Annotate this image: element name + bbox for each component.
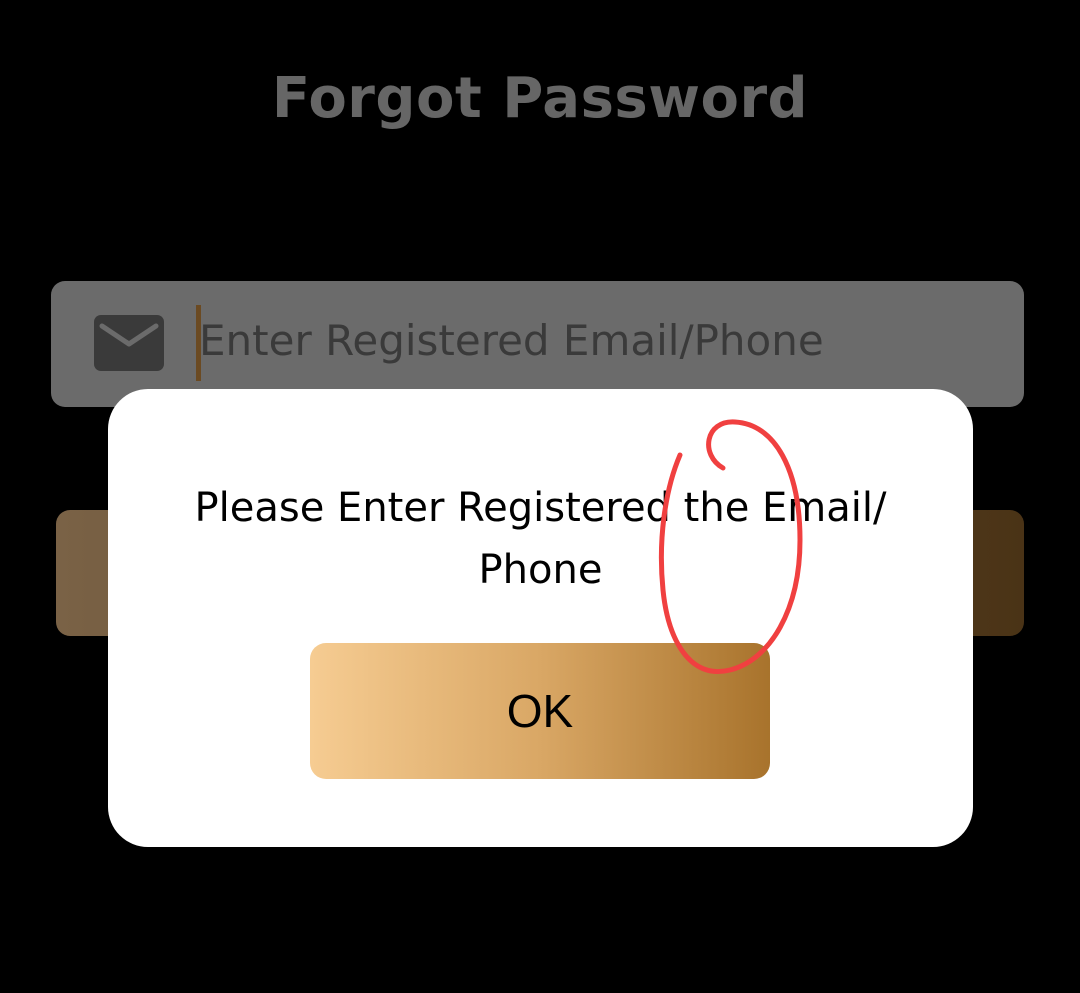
forgot-password-screen: Forgot Password Enter Registered Email/P… xyxy=(0,0,1080,993)
ok-button-label: OK xyxy=(506,685,574,737)
page-title: Forgot Password xyxy=(271,66,809,131)
alert-dialog: Please Enter Registered the Email/ Phone… xyxy=(108,389,973,847)
dialog-message: Please Enter Registered the Email/ Phone xyxy=(194,485,887,593)
ok-button[interactable]: OK xyxy=(310,643,770,779)
email-phone-placeholder: Enter Registered Email/Phone xyxy=(199,316,824,365)
mail-icon xyxy=(94,315,164,371)
